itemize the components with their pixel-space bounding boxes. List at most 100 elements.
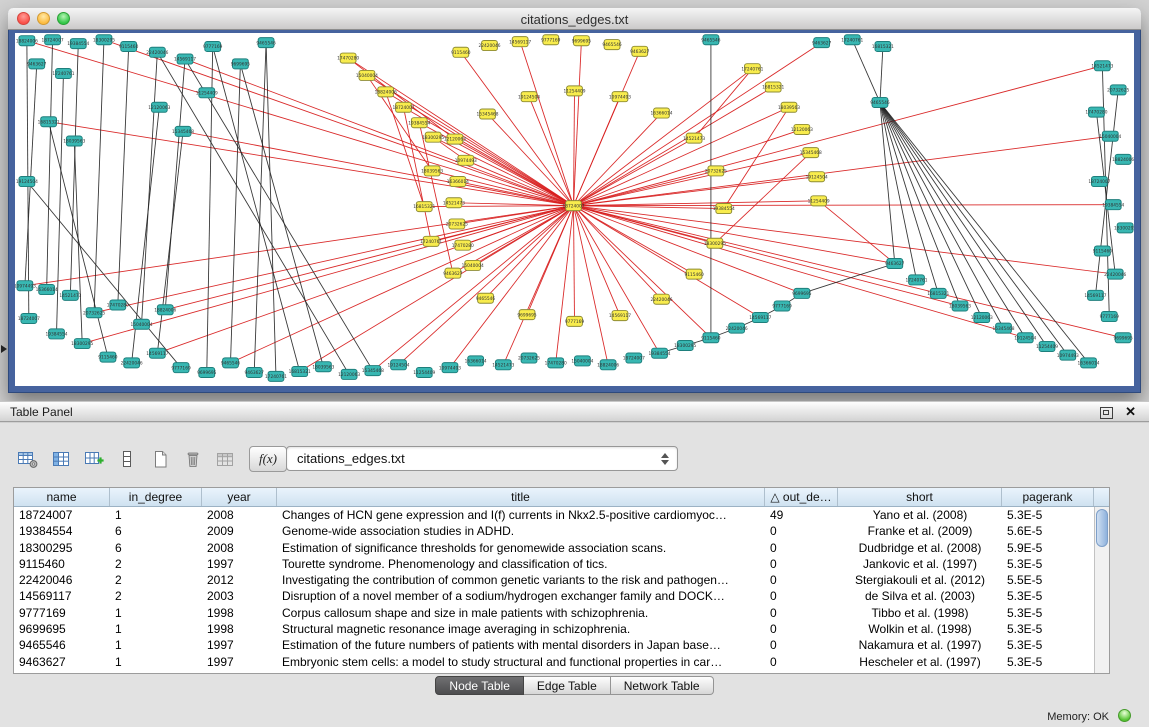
network-node[interactable]: 12120063 [791,124,813,134]
row-options-button[interactable] [113,446,141,472]
network-node[interactable]: 9463627 [443,268,463,278]
network-node[interactable]: 18824006 [597,360,619,370]
close-panel-icon[interactable]: ✕ [1125,404,1136,420]
network-node[interactable]: 9115460 [684,269,704,279]
network-node[interactable]: 18824006 [1112,154,1134,164]
network-node[interactable]: 17240761 [841,35,863,45]
network-node[interactable]: 12120063 [971,313,993,323]
network-node[interactable]: 9115460 [98,352,118,362]
network-node[interactable]: 9699695 [197,367,217,377]
network-node[interactable]: 22420046 [1104,269,1126,279]
network-node[interactable]: 9777169 [203,41,223,51]
network-node[interactable]: 9465546 [256,38,276,48]
network-node[interactable]: 10974493 [439,363,461,373]
network-node[interactable]: 15345468 [800,148,822,158]
network-node[interactable]: 18039563 [421,166,443,176]
table-mode-button[interactable] [14,446,42,472]
network-node[interactable]: 9115460 [119,41,139,51]
new-file-button[interactable] [146,446,174,472]
network-node[interactable]: 18724007 [18,313,40,323]
network-node[interactable]: 12120063 [148,102,170,112]
network-node[interactable]: 9699695 [517,310,537,320]
network-node[interactable]: 9699695 [792,288,812,298]
network-node[interactable]: 9115460 [451,47,471,57]
network-node[interactable]: 9463627 [885,258,905,268]
network-node[interactable]: 18039563 [778,102,800,112]
network-node[interactable]: 15345468 [476,109,498,119]
network-node[interactable]: 12120063 [338,369,360,379]
network-node[interactable]: 16366014 [1077,358,1099,368]
network-node[interactable]: 18724007 [562,201,584,211]
network-node[interactable]: 17240761 [420,236,442,246]
network-node[interactable]: 9115460 [701,333,721,343]
network-node[interactable]: 17240761 [905,275,927,285]
network-node[interactable]: 11254409 [1036,341,1058,351]
tab-edge-table[interactable]: Edge Table [524,676,611,695]
network-node[interactable]: 14569117 [609,311,631,321]
function-builder-button[interactable]: f(x) [249,446,287,472]
network-node[interactable]: 10974493 [15,281,36,291]
network-node[interactable]: 18300295 [674,340,696,350]
network-node[interactable]: 9699695 [231,59,251,69]
network-node[interactable]: 17470280 [545,358,567,368]
network-node[interactable]: 18824006 [154,305,176,315]
network-node[interactable]: 18039563 [312,362,334,372]
network-node[interactable]: 20732625 [1107,85,1129,95]
network-node[interactable]: 18724007 [1088,177,1110,187]
show-columns-button[interactable] [47,446,75,472]
network-node[interactable]: 9465546 [476,293,496,303]
network-node[interactable]: 16815321 [289,367,311,377]
network-node[interactable]: 19124504 [806,172,828,182]
network-node[interactable]: 14569117 [174,54,196,64]
network-node[interactable]: 14521473 [443,198,465,208]
network-node[interactable]: 9115460 [1093,246,1113,256]
table-row[interactable]: 1872400712008Changes of HCN gene express… [14,507,1094,523]
network-node[interactable]: 9463627 [245,367,265,377]
network-node[interactable]: 15040004 [1099,131,1121,141]
network-node[interactable]: 19384554 [713,204,735,214]
network-node[interactable]: 11254409 [563,86,585,96]
network-node[interactable]: 20732625 [446,219,468,229]
network-node[interactable]: 9463627 [27,59,47,69]
network-node[interactable]: 18300295 [704,238,726,248]
network-node[interactable]: 15040004 [356,70,378,80]
network-node[interactable]: 22420046 [146,47,168,57]
network-node[interactable]: 18300295 [93,35,115,45]
column-header-title[interactable]: title [277,488,765,506]
network-node[interactable]: 9699695 [572,36,592,46]
network-node[interactable]: 22420046 [726,323,748,333]
new-column-button[interactable] [80,446,108,472]
network-node[interactable]: 16815321 [927,288,949,298]
network-node[interactable]: 20732625 [705,166,727,176]
network-node[interactable]: 11254409 [413,367,435,377]
table-row[interactable]: 1938455462009Genome-wide association stu… [14,523,1094,539]
network-node[interactable]: 10974493 [609,92,631,102]
network-node[interactable]: 14569117 [1084,290,1106,300]
column-header-pagerank[interactable]: pagerank [1002,488,1094,506]
network-node[interactable]: 9465546 [701,35,721,45]
window-titlebar[interactable]: citations_edges.txt [8,8,1141,30]
tab-network-table[interactable]: Network Table [611,676,714,695]
network-view-canvas[interactable]: 18724007 19384554 18300295 9115460 22420046 1… [15,33,1134,386]
network-node[interactable]: 16815321 [762,82,784,92]
table-scrollbar-thumb[interactable] [1096,509,1108,547]
network-node[interactable]: 9465546 [221,358,241,368]
network-node[interactable]: 15040004 [462,260,484,270]
network-node[interactable]: 16366014 [465,356,487,366]
network-node[interactable]: 16366014 [447,177,469,187]
float-panel-icon[interactable] [1100,407,1113,419]
network-node[interactable]: 18300295 [71,339,93,349]
network-node[interactable]: 14569117 [509,37,531,47]
network-node[interactable]: 18300295 [1114,223,1134,233]
table-row[interactable]: 946554611997Estimation of the future num… [14,637,1094,653]
network-node[interactable]: 9777169 [541,35,561,45]
network-node[interactable]: 17240761 [265,371,287,381]
network-node[interactable]: 18824006 [375,87,397,97]
tab-node-table[interactable]: Node Table [435,676,524,695]
column-header-name[interactable]: name [14,488,110,506]
column-header-short[interactable]: short [838,488,1002,506]
network-node[interactable]: 16815321 [413,202,435,212]
table-row[interactable]: 946362711997Embryonic stem cells: a mode… [14,654,1094,670]
network-node[interactable]: 17470280 [1085,107,1107,117]
network-node[interactable]: 17470280 [452,240,474,250]
